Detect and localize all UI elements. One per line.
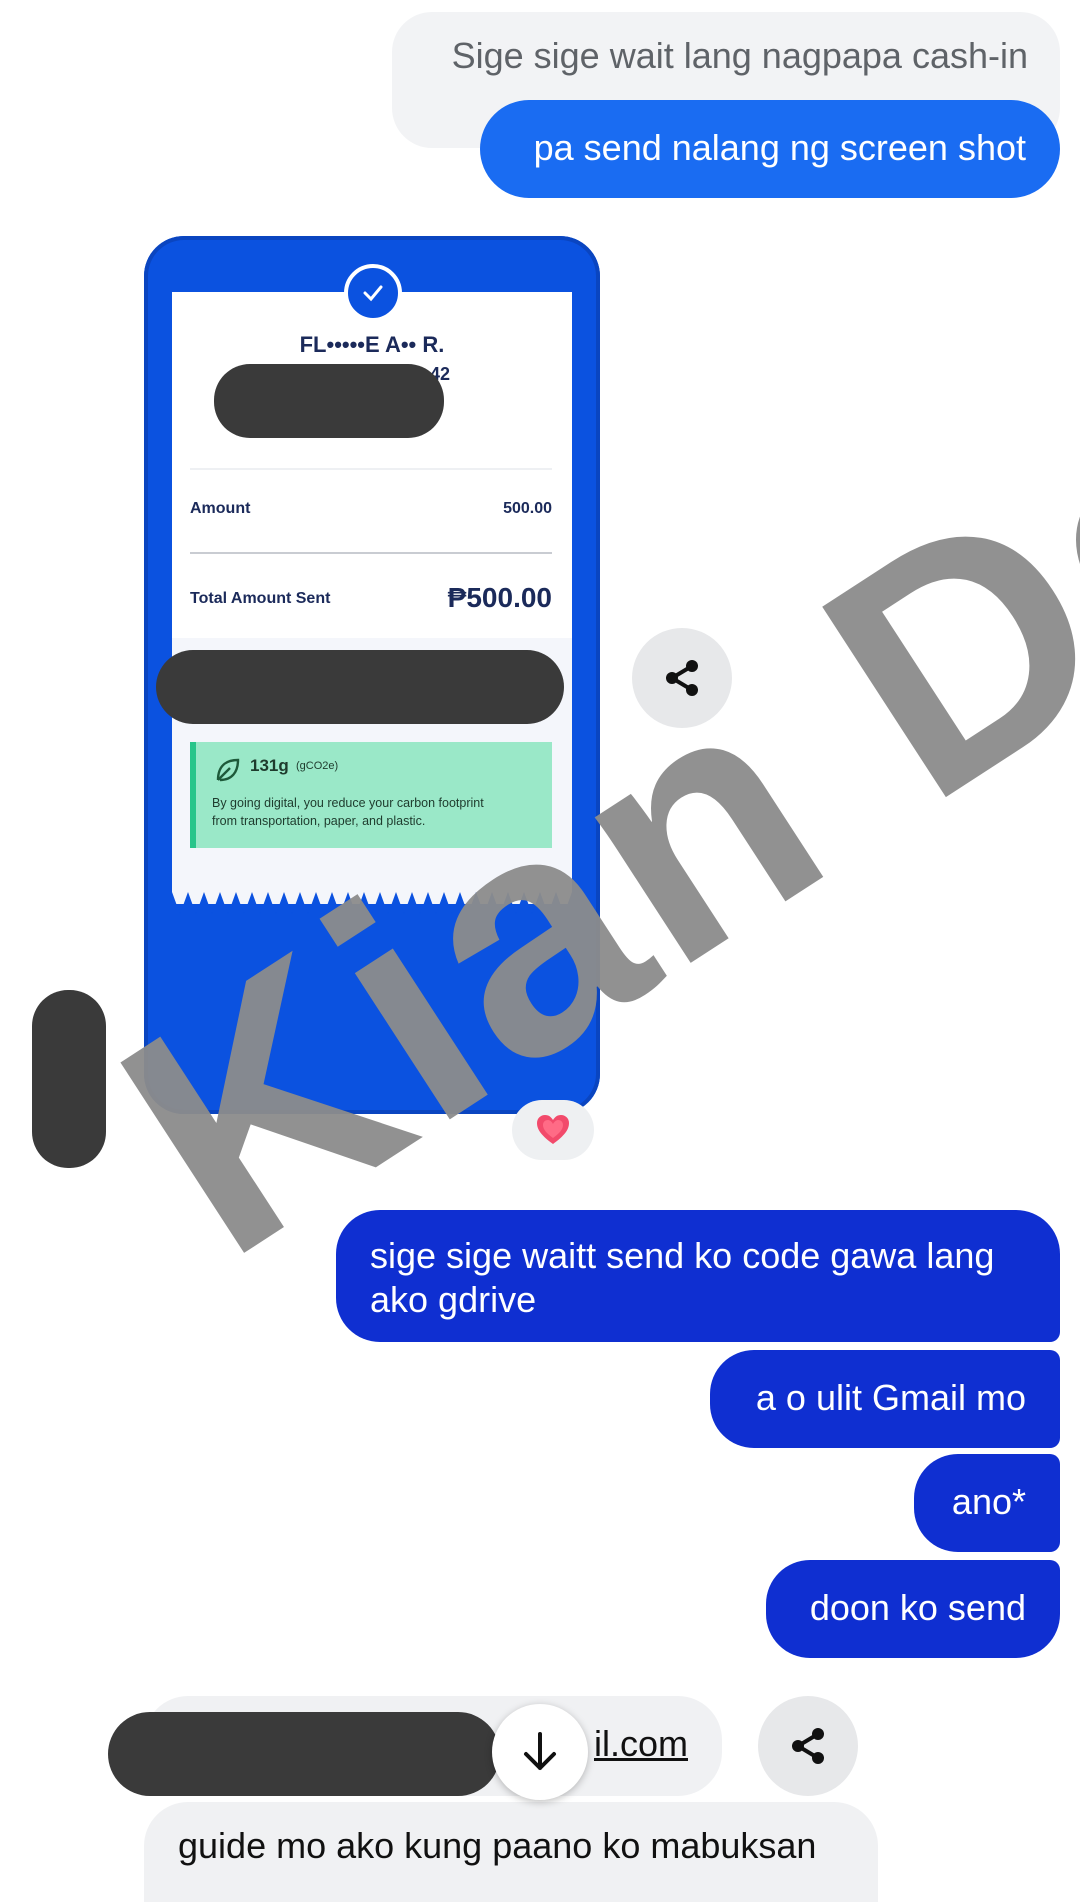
- carbon-note-line1: By going digital, you reduce your carbon…: [212, 796, 484, 810]
- redaction-mark: [214, 364, 444, 438]
- reaction-badge[interactable]: [512, 1100, 594, 1160]
- message-text: sige sige waitt send ko code gawa lang a…: [370, 1235, 995, 1320]
- receipt-torn-edge: [172, 892, 572, 922]
- carbon-unit: (gCO2e): [296, 760, 339, 772]
- amount-label: Amount: [190, 500, 251, 517]
- carbon-footprint-card: 131g (gCO2e) By going digital, you reduc…: [190, 742, 552, 848]
- scroll-to-bottom-button[interactable]: [492, 1704, 588, 1800]
- total-label: Total Amount Sent: [190, 590, 331, 607]
- arrow-down-icon: [524, 1732, 556, 1770]
- message-text: a o ulit Gmail mo: [755, 1377, 1026, 1418]
- share-icon: [792, 1728, 824, 1764]
- amount-value: 500.00: [503, 500, 552, 517]
- share-button[interactable]: [758, 1696, 858, 1796]
- total-value: ₱500.00: [447, 582, 552, 613]
- leaf-icon: [216, 758, 240, 782]
- message-bubble-screenshot-request[interactable]: pa send nalang ng screen shot: [480, 100, 1060, 198]
- message-bubble-ano[interactable]: ano*: [914, 1454, 1060, 1552]
- quoted-reply-text: Sige sige wait lang nagpapa cash-in: [451, 35, 1028, 76]
- share-icon: [666, 660, 698, 696]
- carbon-note-line2: from transportation, paper, and plastic.: [212, 814, 426, 828]
- recipient-name: FL•••••E A•• R.: [299, 332, 445, 357]
- redaction-mark: [108, 1712, 500, 1796]
- message-text: pa send nalang ng screen shot: [533, 127, 1026, 168]
- message-text: guide mo ako kung paano ko mabuksan: [178, 1825, 817, 1866]
- email-link[interactable]: il.com: [594, 1723, 688, 1764]
- message-text: doon ko send: [809, 1587, 1026, 1628]
- message-bubble-doon[interactable]: doon ko send: [766, 1560, 1060, 1658]
- message-text: ano*: [951, 1481, 1026, 1522]
- heart-icon: [537, 1115, 569, 1144]
- avatar: [32, 990, 106, 1168]
- share-button[interactable]: [632, 628, 732, 728]
- carbon-value: 131g: [250, 756, 289, 775]
- message-bubble-guide[interactable]: guide mo ako kung paano ko mabuksan: [144, 1802, 878, 1902]
- check-icon: [344, 264, 402, 322]
- message-bubble-gmail[interactable]: a o ulit Gmail mo: [710, 1350, 1060, 1448]
- redaction-mark: [156, 650, 564, 724]
- message-bubble-gdrive[interactable]: sige sige waitt send ko code gawa lang a…: [336, 1210, 1060, 1342]
- divider: [190, 552, 552, 554]
- divider: [190, 468, 552, 470]
